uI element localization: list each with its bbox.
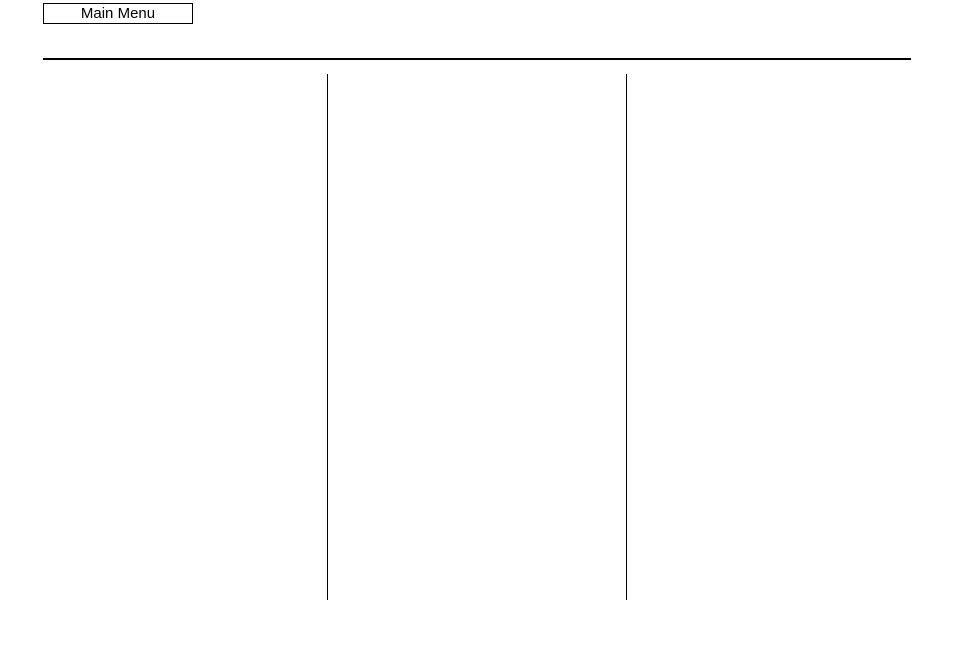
- main-menu-button[interactable]: Main Menu: [43, 3, 193, 24]
- header-bar: Main Menu: [43, 3, 911, 24]
- column-middle: [327, 74, 627, 600]
- column-left: [43, 74, 327, 600]
- divider-line: [43, 58, 911, 60]
- content-columns: [43, 74, 911, 600]
- column-right: [627, 74, 911, 600]
